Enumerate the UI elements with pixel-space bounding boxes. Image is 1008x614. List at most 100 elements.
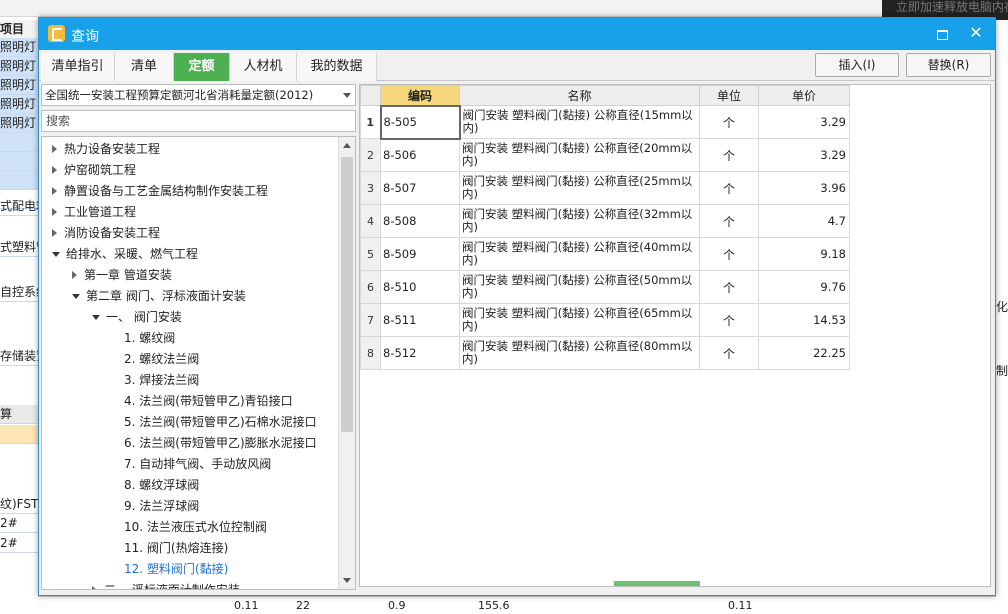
row-number[interactable]: 6	[360, 270, 381, 304]
code-cell[interactable]: 8-510	[380, 270, 460, 304]
tab-list[interactable]: 清单	[115, 53, 174, 81]
tab-list-guide[interactable]: 清单指引	[41, 53, 115, 81]
insert-button[interactable]: 插入(I)	[815, 53, 899, 77]
tree-node[interactable]: 热力设备安装工程	[52, 139, 160, 160]
column-header-unit[interactable]: 单位	[699, 85, 759, 106]
collapsed-caret-icon[interactable]	[52, 187, 57, 195]
row-number[interactable]: 3	[360, 171, 381, 205]
tree-node[interactable]: 7. 自动排气阀、手动放风阀	[124, 454, 271, 475]
tab-quota[interactable]: 定额	[174, 53, 230, 81]
unit-cell[interactable]: 个	[699, 303, 759, 337]
unit-cell[interactable]: 个	[699, 171, 759, 205]
tab-labor-material-machine[interactable]: 人材机	[230, 53, 297, 81]
table-row[interactable]: 5 8-509 阀门安装 塑料阀门(黏接) 公称直径(40mm以内) 个 9.18	[360, 237, 850, 271]
tree-node[interactable]: 二、 浮标液面计制作安装	[92, 580, 240, 589]
tree-node[interactable]: 4. 法兰阀(带短管甲乙)青铅接口	[124, 391, 293, 412]
dialog-titlebar[interactable]: 查询 ✕	[39, 18, 995, 50]
price-cell[interactable]: 3.29	[758, 138, 850, 172]
unit-cell[interactable]: 个	[699, 204, 759, 238]
price-cell[interactable]: 3.29	[758, 105, 850, 139]
table-row[interactable]: 2 8-506 阀门安装 塑料阀门(黏接) 公称直径(20mm以内) 个 3.29	[360, 138, 850, 172]
search-input[interactable]	[41, 110, 356, 132]
tree-node[interactable]: 第二章 阀门、浮标液面计安装	[72, 286, 246, 307]
tree-node[interactable]: 9. 法兰浮球阀	[124, 496, 199, 517]
close-icon[interactable]: ✕	[965, 22, 987, 44]
price-cell[interactable]: 3.96	[758, 171, 850, 205]
collapsed-caret-icon[interactable]	[72, 271, 77, 279]
column-header-price[interactable]: 单价	[758, 85, 850, 106]
tree-node[interactable]: 8. 螺纹浮球阀	[124, 475, 199, 496]
unit-cell[interactable]: 个	[699, 105, 759, 139]
tree-node[interactable]: 静置设备与工艺金属结构制作安装工程	[52, 181, 268, 202]
name-cell[interactable]: 阀门安装 塑料阀门(黏接) 公称直径(50mm以内)	[459, 270, 700, 304]
code-cell[interactable]: 8-508	[380, 204, 460, 238]
tree-node[interactable]: 炉窑砌筑工程	[52, 160, 136, 181]
row-number[interactable]: 4	[360, 204, 381, 238]
code-cell[interactable]: 8-509	[380, 237, 460, 271]
tree-node[interactable]: 12. 塑料阀门(黏接)	[124, 559, 228, 580]
row-number[interactable]: 5	[360, 237, 381, 271]
collapsed-caret-icon[interactable]	[52, 145, 57, 153]
table-row[interactable]: 4 8-508 阀门安装 塑料阀门(黏接) 公称直径(32mm以内) 个 4.7	[360, 204, 850, 238]
price-cell[interactable]: 4.7	[758, 204, 850, 238]
name-cell[interactable]: 阀门安装 塑料阀门(黏接) 公称直径(65mm以内)	[459, 303, 700, 337]
expanded-caret-icon[interactable]	[92, 315, 100, 320]
row-number[interactable]: 1	[360, 105, 381, 139]
unit-cell[interactable]: 个	[699, 336, 759, 370]
name-cell[interactable]: 阀门安装 塑料阀门(黏接) 公称直径(25mm以内)	[459, 171, 700, 205]
code-cell[interactable]: 8-507	[380, 171, 460, 205]
price-cell[interactable]: 9.76	[758, 270, 850, 304]
table-row[interactable]: 1 8-505 阀门安装 塑料阀门(黏接) 公称直径(15mm以内) 个 3.29	[360, 104, 850, 140]
table-row[interactable]: 7 8-511 阀门安装 塑料阀门(黏接) 公称直径(65mm以内) 个 14.53	[360, 303, 850, 337]
table-row[interactable]: 6 8-510 阀门安装 塑料阀门(黏接) 公称直径(50mm以内) 个 9.76	[360, 270, 850, 304]
row-number[interactable]: 7	[360, 303, 381, 337]
maximize-icon[interactable]	[932, 24, 952, 44]
collapsed-caret-icon[interactable]	[52, 208, 57, 216]
unit-cell[interactable]: 个	[699, 138, 759, 172]
tree-node[interactable]: 消防设备安装工程	[52, 223, 160, 244]
unit-cell[interactable]: 个	[699, 270, 759, 304]
tree-node[interactable]: 5. 法兰阀(带短管甲乙)石棉水泥接口	[124, 412, 317, 433]
tree-node[interactable]: 11. 阀门(热熔连接)	[124, 538, 228, 559]
code-cell[interactable]: 8-506	[380, 138, 460, 172]
tree-node[interactable]: 2. 螺纹法兰阀	[124, 349, 199, 370]
collapsed-caret-icon[interactable]	[52, 166, 57, 174]
column-header-name[interactable]: 名称	[459, 85, 700, 106]
code-cell[interactable]: 8-505	[379, 104, 461, 140]
row-number[interactable]: 8	[360, 336, 381, 370]
quota-library-select[interactable]: 全国统一安装工程预算定额河北省消耗量定额(2012)	[41, 84, 356, 106]
table-row[interactable]: 3 8-507 阀门安装 塑料阀门(黏接) 公称直径(25mm以内) 个 3.96	[360, 171, 850, 205]
tab-my-data[interactable]: 我的数据	[297, 53, 377, 81]
name-cell[interactable]: 阀门安装 塑料阀门(黏接) 公称直径(40mm以内)	[459, 237, 700, 271]
name-cell[interactable]: 阀门安装 塑料阀门(黏接) 公称直径(15mm以内)	[459, 105, 700, 139]
scroll-up-icon[interactable]	[343, 143, 351, 148]
expanded-caret-icon[interactable]	[52, 252, 60, 257]
collapsed-caret-icon[interactable]	[92, 586, 97, 589]
tree-node[interactable]: 3. 焊接法兰阀	[124, 370, 199, 391]
price-cell[interactable]: 9.18	[758, 237, 850, 271]
collapsed-caret-icon[interactable]	[52, 229, 57, 237]
tree-node[interactable]: 1. 螺纹阀	[124, 328, 175, 349]
scroll-thumb[interactable]	[341, 157, 353, 432]
grid-horizontal-scrollbar[interactable]	[614, 581, 700, 586]
replace-button[interactable]: 替换(R)	[906, 53, 991, 77]
tree-node[interactable]: 工业管道工程	[52, 202, 136, 223]
code-cell[interactable]: 8-511	[380, 303, 460, 337]
name-cell[interactable]: 阀门安装 塑料阀门(黏接) 公称直径(32mm以内)	[459, 204, 700, 238]
table-row[interactable]: 8 8-512 阀门安装 塑料阀门(黏接) 公称直径(80mm以内) 个 22.25	[360, 336, 850, 370]
price-cell[interactable]: 22.25	[758, 336, 850, 370]
tree-node[interactable]: 一、 阀门安装	[92, 307, 182, 328]
tree-node[interactable]: 给排水、采暖、燃气工程	[52, 244, 198, 265]
name-cell[interactable]: 阀门安装 塑料阀门(黏接) 公称直径(80mm以内)	[459, 336, 700, 370]
price-cell[interactable]: 14.53	[758, 303, 850, 337]
name-cell[interactable]: 阀门安装 塑料阀门(黏接) 公称直径(20mm以内)	[459, 138, 700, 172]
expanded-caret-icon[interactable]	[72, 294, 80, 299]
unit-cell[interactable]: 个	[699, 237, 759, 271]
tree-node[interactable]: 6. 法兰阀(带短管甲乙)膨胀水泥接口	[124, 433, 317, 454]
row-number[interactable]: 2	[360, 138, 381, 172]
tree-scrollbar[interactable]	[338, 137, 355, 589]
column-header-code[interactable]: 编码	[380, 85, 460, 106]
code-cell[interactable]: 8-512	[380, 336, 460, 370]
scroll-down-icon[interactable]	[343, 578, 351, 583]
tree-node[interactable]: 第一章 管道安装	[72, 265, 172, 286]
